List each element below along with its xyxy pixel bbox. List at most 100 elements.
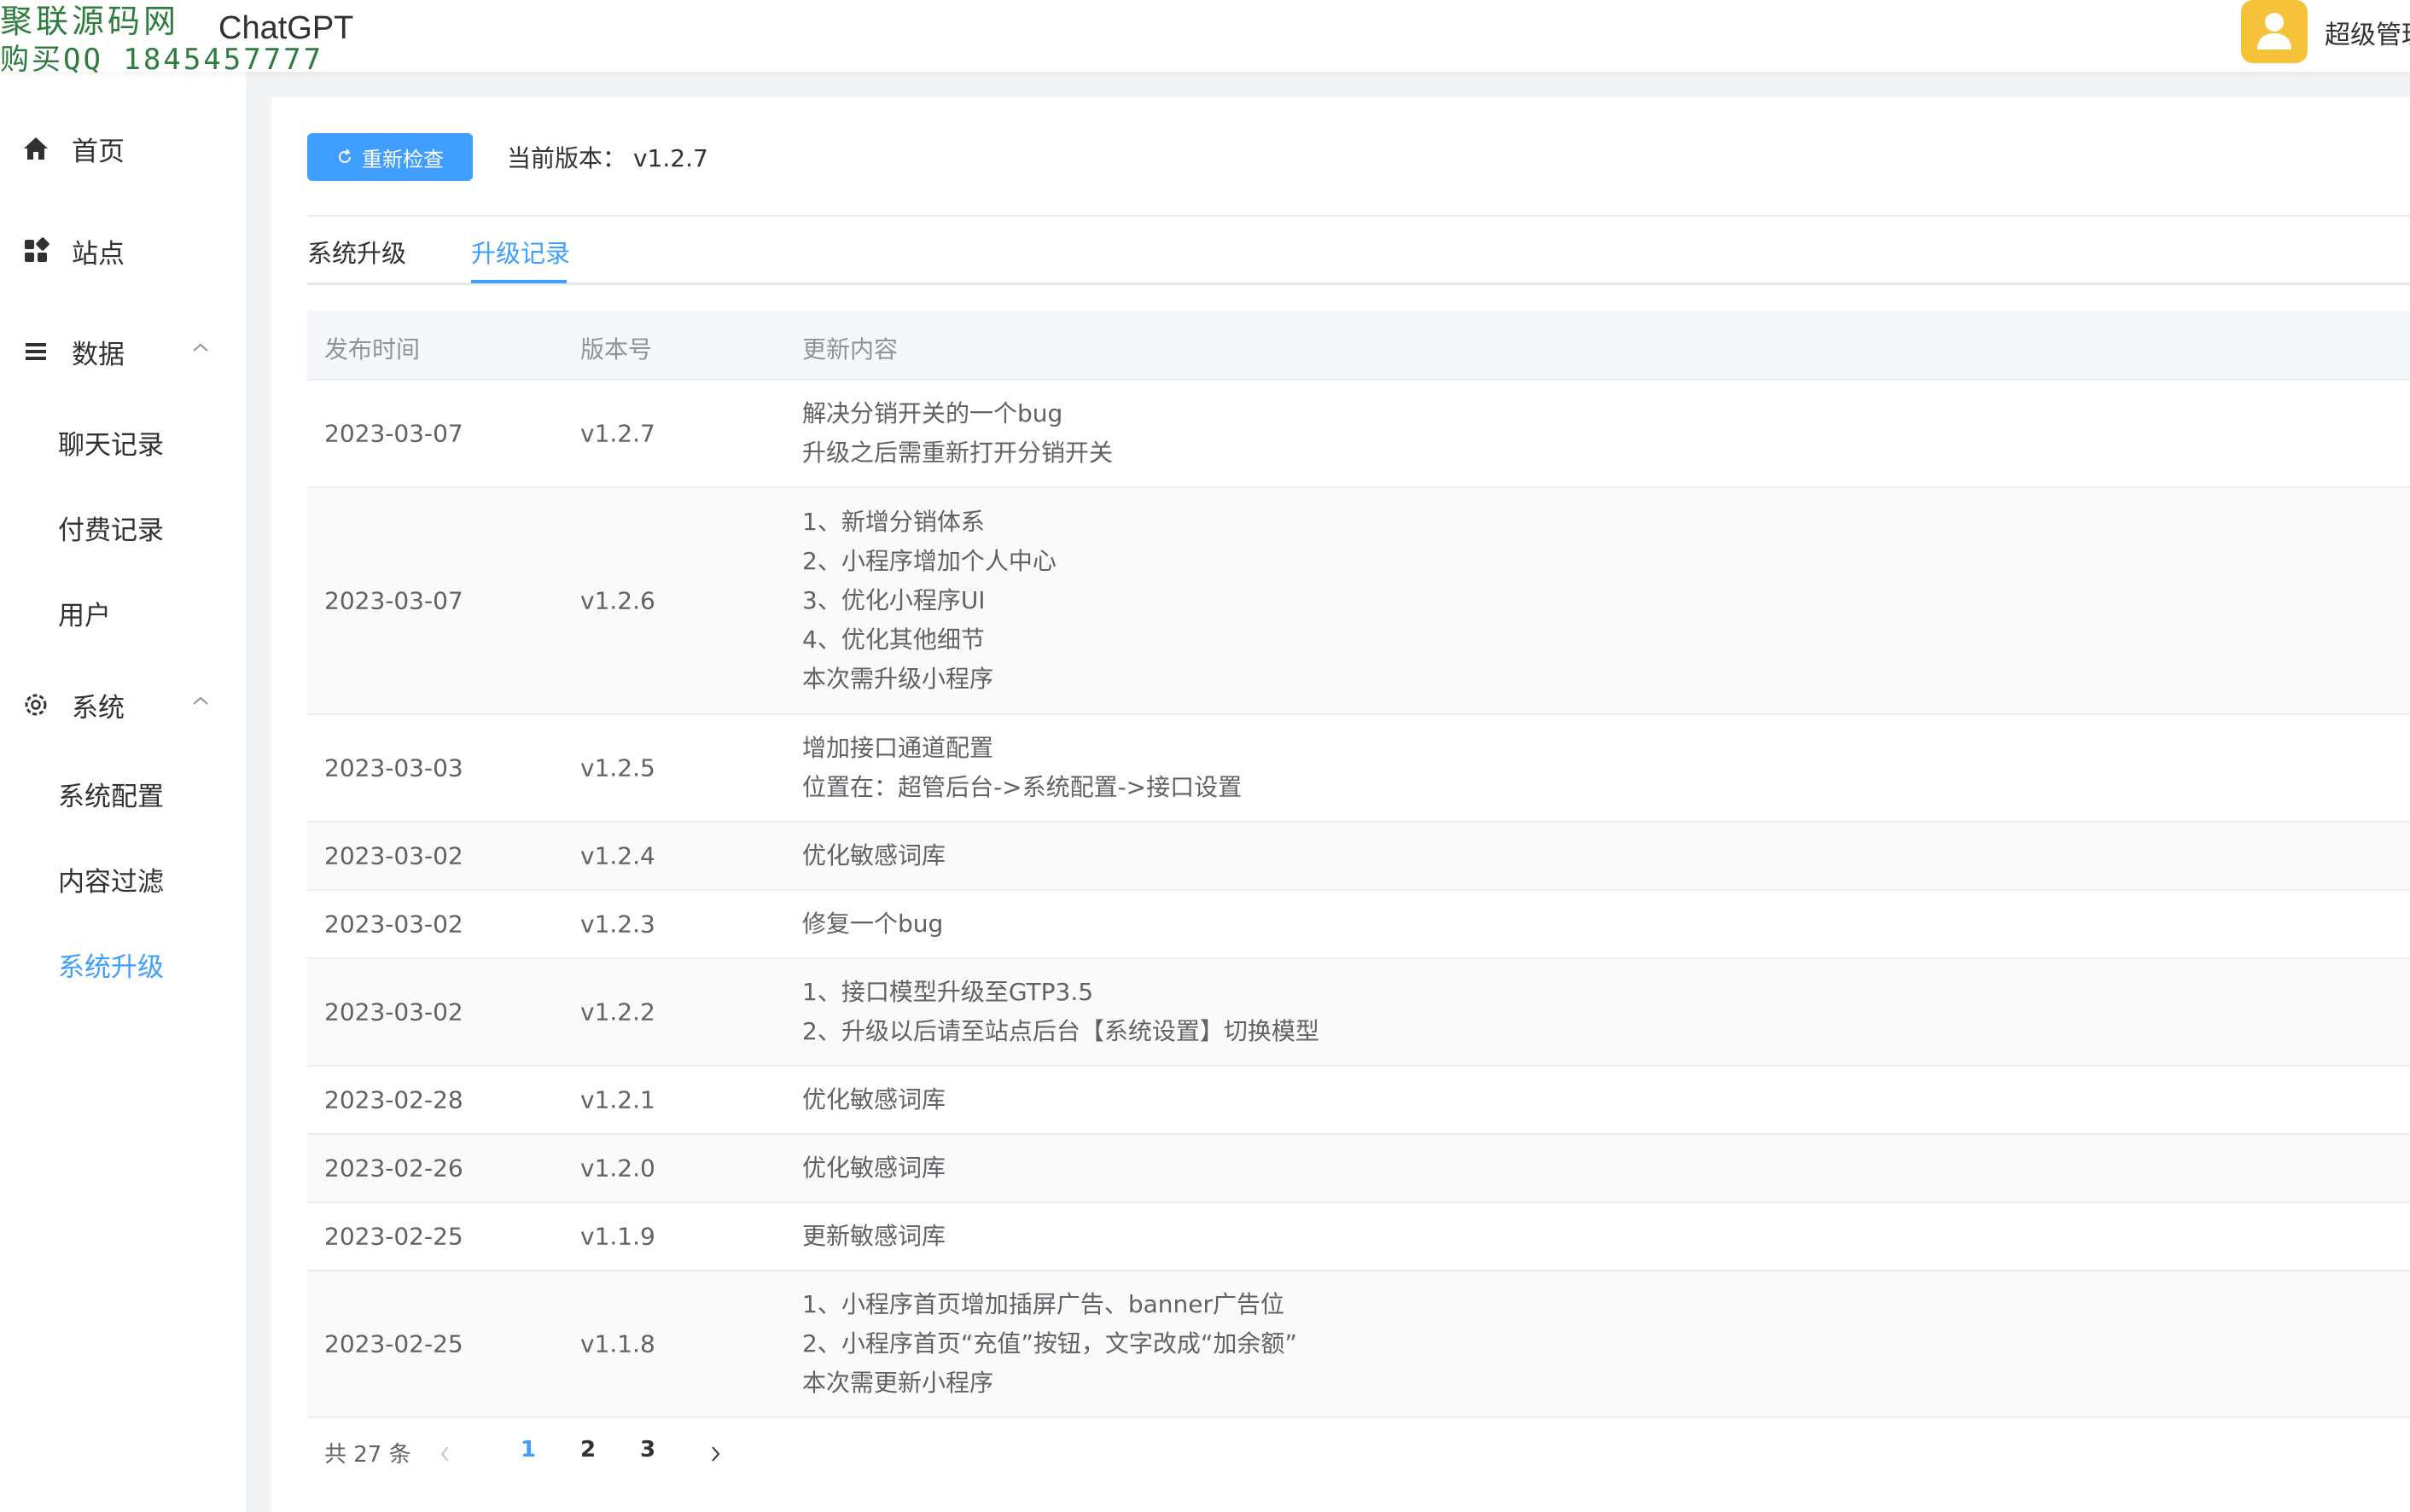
content-line: 4、优化其他细节 [802, 625, 985, 654]
cell-content: 增加接口通道配置 位置在：超管后台->系统配置->接口设置 [802, 729, 1242, 807]
sidebar-item-system-upgrade[interactable]: 系统升级 [0, 939, 246, 990]
sidebar-item-users[interactable]: 用户 [0, 587, 246, 638]
cell-date: 2023-02-28 [324, 1085, 463, 1114]
apps-icon [25, 237, 49, 262]
sidebar: 首页 站点 数据 聊天记录 付费记录 用户 系统 系统配置 内容过滤 系统升级 [0, 72, 246, 1512]
cell-content: 1、接口模型升级至GTP3.5 2、升级以后请至站点后台【系统设置】切换模型 [802, 973, 1319, 1051]
menu-list-icon [26, 343, 46, 360]
table-row: 2023-02-28 v1.2.1 优化敏感词库 [307, 1067, 2410, 1135]
content-line: 优化敏感词库 [802, 841, 946, 869]
sidebar-item-home[interactable]: 首页 [0, 123, 246, 174]
sidebar-item-system[interactable]: 系统 [0, 679, 246, 730]
content-line: 2、小程序增加个人中心 [802, 547, 1057, 575]
cell-version: v1.2.3 [580, 910, 655, 939]
table-row: 2023-03-07 v1.2.6 1、新增分销体系 2、小程序增加个人中心 3… [307, 488, 2410, 715]
sidebar-item-label: 用户 [58, 600, 111, 631]
table-row: 2023-03-02 v1.2.3 修复一个bug [307, 891, 2410, 959]
table-row: 2023-03-03 v1.2.5 增加接口通道配置 位置在：超管后台->系统配… [307, 715, 2410, 823]
sidebar-item-payment-records[interactable]: 付费记录 [0, 502, 246, 553]
content-line: 1、新增分销体系 [802, 508, 985, 536]
cell-date: 2023-03-07 [324, 419, 463, 448]
cell-version: v1.2.5 [580, 753, 655, 782]
cell-version: v1.2.0 [580, 1154, 655, 1183]
table-row: 2023-03-02 v1.2.2 1、接口模型升级至GTP3.5 2、升级以后… [307, 959, 2410, 1067]
table-row: 2023-03-02 v1.2.4 优化敏感词库 [307, 823, 2410, 891]
current-version-value: v1.2.7 [633, 144, 708, 172]
cell-date: 2023-02-26 [324, 1154, 463, 1183]
table-header: 发布时间 版本号 更新内容 [307, 311, 2410, 381]
user-icon [2257, 13, 2291, 49]
content-line: 解决分销开关的一个bug [802, 399, 1063, 427]
sidebar-item-label: 付费记录 [58, 515, 164, 546]
content-line: 本次需更新小程序 [802, 1369, 994, 1397]
cell-version: v1.2.1 [580, 1085, 655, 1114]
admin-name[interactable]: 超级管理 [2325, 14, 2410, 51]
avatar[interactable] [2241, 0, 2308, 63]
content-line: 更新敏感词库 [802, 1222, 946, 1250]
column-header-content: 更新内容 [802, 335, 899, 363]
cell-date: 2023-02-25 [324, 1329, 463, 1358]
cell-date: 2023-03-02 [324, 841, 463, 870]
content-line: 优化敏感词库 [802, 1154, 946, 1182]
cell-version: v1.2.7 [580, 419, 655, 448]
sidebar-item-data[interactable]: 数据 [0, 326, 246, 377]
app-title: ChatGPT [218, 10, 354, 46]
active-tab-indicator [471, 280, 567, 283]
cell-content: 解决分销开关的一个bug 升级之后需重新打开分销开关 [802, 394, 1113, 473]
tab-upgrade-records[interactable]: 升级记录 [471, 234, 570, 276]
sidebar-item-label: 系统 [72, 692, 125, 724]
recheck-button[interactable]: 重新检查 [307, 133, 473, 181]
content-line: 增加接口通道配置 [802, 734, 994, 762]
cell-content: 优化敏感词库 [802, 1149, 946, 1188]
page-button-3[interactable]: 3 [640, 1437, 655, 1463]
main-card: 重新检查 当前版本： v1.2.7 系统升级 升级记录 发布时间 版本号 更新内容… [271, 97, 2410, 1512]
divider [307, 215, 2410, 217]
sidebar-item-content-filter[interactable]: 内容过滤 [0, 853, 246, 904]
sidebar-item-label: 首页 [72, 136, 125, 167]
content-line: 3、优化小程序UI [802, 586, 986, 614]
cell-content: 1、小程序首页增加插屏广告、banner广告位 2、小程序首页“充值”按钮，文字… [802, 1285, 1297, 1403]
page-button-1[interactable]: 1 [521, 1437, 536, 1463]
top-header: 聚联源码网 购买QQ 1845457777 ChatGPT 超级管理 [0, 0, 2410, 77]
refresh-icon [339, 148, 351, 163]
chevron-left-icon[interactable] [437, 1444, 454, 1464]
sidebar-item-chat-records[interactable]: 聊天记录 [0, 416, 246, 468]
content-line: 本次需升级小程序 [802, 665, 994, 693]
upgrade-records-table: 发布时间 版本号 更新内容 2023-03-07 v1.2.7 解决分销开关的一… [307, 311, 2410, 1418]
cell-content: 1、新增分销体系 2、小程序增加个人中心 3、优化小程序UI 4、优化其他细节 … [802, 503, 1057, 699]
tab-system-upgrade[interactable]: 系统升级 [307, 234, 406, 276]
sidebar-item-label: 聊天记录 [58, 429, 164, 461]
cell-date: 2023-03-02 [324, 997, 463, 1026]
table-row: 2023-03-07 v1.2.7 解决分销开关的一个bug 升级之后需重新打开… [307, 381, 2410, 488]
page-button-2[interactable]: 2 [580, 1437, 596, 1463]
chevron-right-icon[interactable] [707, 1444, 724, 1464]
content-line: 修复一个bug [802, 910, 944, 938]
recheck-label: 重新检查 [362, 147, 444, 172]
sidebar-item-system-config[interactable]: 系统配置 [0, 768, 246, 819]
cell-version: v1.2.2 [580, 997, 655, 1026]
sidebar-item-label: 系统配置 [58, 781, 164, 812]
content-line: 2、升级以后请至站点后台【系统设置】切换模型 [802, 1017, 1319, 1045]
sidebar-item-label: 内容过滤 [58, 866, 164, 898]
table-row: 2023-02-25 v1.1.8 1、小程序首页增加插屏广告、banner广告… [307, 1271, 2410, 1418]
table-row: 2023-02-25 v1.1.9 更新敏感词库 [307, 1203, 2410, 1271]
content-line: 位置在：超管后台->系统配置->接口设置 [802, 773, 1243, 801]
cell-version: v1.1.9 [580, 1222, 655, 1251]
cell-version: v1.2.4 [580, 841, 655, 870]
sidebar-item-sites[interactable]: 站点 [0, 225, 246, 276]
cell-date: 2023-02-25 [324, 1222, 463, 1251]
cell-date: 2023-03-07 [324, 586, 463, 615]
sidebar-item-label: 数据 [72, 339, 125, 370]
content-line: 优化敏感词库 [802, 1085, 946, 1114]
column-header-date: 发布时间 [324, 335, 421, 363]
chevron-up-icon [193, 696, 208, 705]
cell-content: 优化敏感词库 [802, 1080, 946, 1119]
home-icon [24, 137, 48, 160]
cell-version: v1.1.8 [580, 1329, 655, 1358]
sidebar-item-label: 系统升级 [58, 951, 164, 983]
pagination-total: 共 27 条 [324, 1442, 411, 1468]
cell-content: 更新敏感词库 [802, 1217, 946, 1256]
cell-date: 2023-03-03 [324, 753, 463, 782]
cell-content: 修复一个bug [802, 904, 943, 944]
column-header-version: 版本号 [580, 335, 653, 363]
